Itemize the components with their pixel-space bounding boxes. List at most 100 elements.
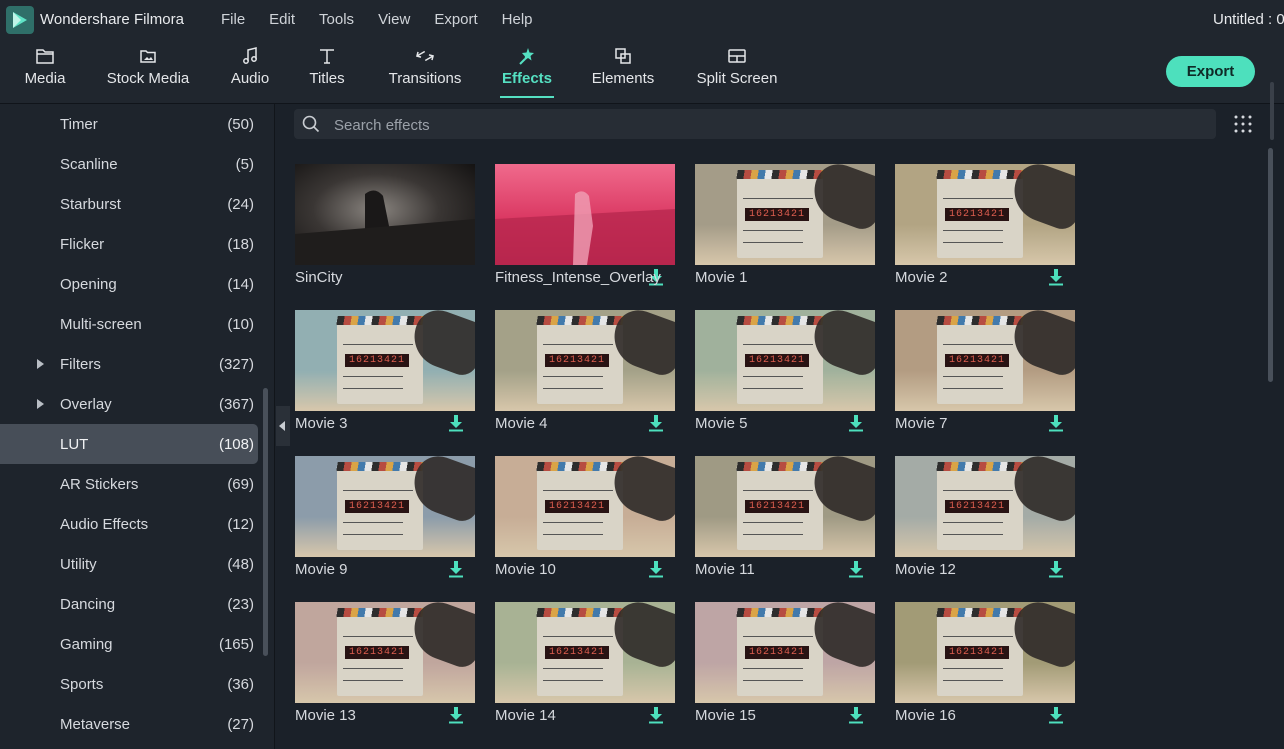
download-icon[interactable] <box>848 560 864 578</box>
menu-view[interactable]: View <box>378 11 410 28</box>
tab-transitions[interactable]: Transitions <box>388 40 462 103</box>
tab-split-screen[interactable]: Split Screen <box>697 40 777 103</box>
sidebar-item-flicker[interactable]: Flicker (18) <box>0 224 258 264</box>
menu-edit[interactable]: Edit <box>269 11 295 28</box>
sidebar-item-multi-screen[interactable]: Multi-screen (10) <box>0 304 258 344</box>
effect-card[interactable]: 16213421 Movie 10 <box>495 456 675 586</box>
sidebar-item-gaming[interactable]: Gaming (165) <box>0 624 258 664</box>
effect-thumbnail[interactable] <box>295 164 475 265</box>
effect-card[interactable]: 16213421 Movie 9 <box>295 456 475 586</box>
effect-card[interactable]: 16213421 Movie 1 <box>695 164 875 294</box>
menu-bar: File Edit Tools View Export Help <box>221 11 557 28</box>
effect-thumbnail[interactable]: 16213421 <box>695 310 875 411</box>
effect-card[interactable]: SinCity <box>295 164 475 294</box>
sidebar-item-ar-stickers[interactable]: AR Stickers (69) <box>0 464 258 504</box>
clapperboard: 16213421 <box>536 462 624 550</box>
search-icon <box>302 115 320 133</box>
effects-icon <box>519 48 534 65</box>
sidebar-item-label: Scanline <box>60 156 118 173</box>
effect-thumbnail[interactable]: 16213421 <box>295 602 475 703</box>
sidebar-item-lut[interactable]: LUT (108) <box>0 424 258 464</box>
grid-view-icon[interactable] <box>1233 114 1253 134</box>
download-icon[interactable] <box>448 414 464 432</box>
effect-thumbnail[interactable]: 16213421 <box>695 456 875 557</box>
effect-thumbnail[interactable]: 16213421 <box>895 456 1075 557</box>
tab-effects[interactable]: Effects <box>500 40 554 103</box>
download-icon[interactable] <box>1048 706 1064 724</box>
collapse-sidebar-button[interactable] <box>276 406 290 446</box>
sidebar-item-opening[interactable]: Opening (14) <box>0 264 258 304</box>
clapperboard: 16213421 <box>736 462 824 550</box>
expand-arrow-icon[interactable] <box>37 399 44 409</box>
sidebar-item-filters[interactable]: Filters (327) <box>0 344 258 384</box>
effect-card[interactable]: 16213421 Movie 14 <box>495 602 675 732</box>
download-icon[interactable] <box>448 560 464 578</box>
expand-arrow-icon[interactable] <box>37 359 44 369</box>
sidebar-item-sports[interactable]: Sports (36) <box>0 664 258 704</box>
download-icon[interactable] <box>1048 414 1064 432</box>
tab-media[interactable]: Media <box>24 40 66 103</box>
effect-card[interactable]: 16213421 Movie 5 <box>695 310 875 440</box>
app-name: Wondershare Filmora <box>40 11 184 28</box>
effect-thumbnail[interactable]: 16213421 <box>295 310 475 411</box>
toolbar-scrollbar[interactable] <box>1270 82 1274 140</box>
menu-file[interactable]: File <box>221 11 245 28</box>
menu-export[interactable]: Export <box>434 11 477 28</box>
sidebar-item-timer[interactable]: Timer (50) <box>0 104 258 144</box>
effect-card[interactable]: 16213421 Movie 11 <box>695 456 875 586</box>
search-input[interactable] <box>332 109 1196 141</box>
effect-thumbnail[interactable]: 16213421 <box>695 602 875 703</box>
sidebar-item-count: (12) <box>227 516 254 533</box>
download-icon[interactable] <box>848 706 864 724</box>
download-icon[interactable] <box>1048 560 1064 578</box>
effect-card[interactable]: 16213421 Movie 4 <box>495 310 675 440</box>
effect-card[interactable]: 16213421 Movie 15 <box>695 602 875 732</box>
menu-tools[interactable]: Tools <box>319 11 354 28</box>
effect-thumbnail[interactable]: 16213421 <box>895 164 1075 265</box>
sidebar-item-starburst[interactable]: Starburst (24) <box>0 184 258 224</box>
tab-audio[interactable]: Audio <box>230 40 270 103</box>
stock-media-icon <box>140 50 156 63</box>
effect-thumbnail[interactable]: 16213421 <box>895 602 1075 703</box>
effects-scrollbar[interactable] <box>1268 148 1273 382</box>
sidebar-scrollbar[interactable] <box>263 388 268 656</box>
effect-thumbnail[interactable]: 16213421 <box>495 456 675 557</box>
effect-card[interactable]: 16213421 Movie 7 <box>895 310 1075 440</box>
effect-thumbnail[interactable]: 16213421 <box>895 310 1075 411</box>
sidebar-item-label: Gaming <box>60 636 113 653</box>
effect-thumbnail[interactable]: 16213421 <box>695 164 875 265</box>
sidebar-item-metaverse[interactable]: Metaverse (27) <box>0 704 258 744</box>
effect-card[interactable]: 16213421 Movie 13 <box>295 602 475 732</box>
sidebar-item-audio-effects[interactable]: Audio Effects (12) <box>0 504 258 544</box>
clapperboard: 16213421 <box>936 462 1024 550</box>
sidebar-item-count: (108) <box>218 436 254 453</box>
effect-card[interactable]: 16213421 Movie 12 <box>895 456 1075 586</box>
tab-titles[interactable]: Titles <box>308 40 346 103</box>
effect-card[interactable]: Fitness_Intense_Overlay <box>495 164 675 294</box>
download-icon[interactable] <box>1048 268 1064 286</box>
download-icon[interactable] <box>648 706 664 724</box>
effect-title: Movie 2 <box>895 269 948 286</box>
tab-effects-label: Effects <box>501 70 553 87</box>
sidebar-item-dancing[interactable]: Dancing (23) <box>0 584 258 624</box>
menu-help[interactable]: Help <box>502 11 533 28</box>
effect-card[interactable]: 16213421 Movie 2 <box>895 164 1075 294</box>
download-icon[interactable] <box>648 414 664 432</box>
sidebar-item-overlay[interactable]: Overlay (367) <box>0 384 258 424</box>
effect-thumbnail[interactable]: 16213421 <box>495 310 675 411</box>
export-button[interactable]: Export <box>1166 56 1255 87</box>
tab-elements[interactable]: Elements <box>592 40 654 103</box>
sidebar-item-label: Utility <box>60 556 97 573</box>
download-icon[interactable] <box>448 706 464 724</box>
download-icon[interactable] <box>648 560 664 578</box>
sidebar-item-count: (10) <box>227 316 254 333</box>
tab-stock-media[interactable]: Stock Media <box>107 40 189 103</box>
sidebar-item-utility[interactable]: Utility (48) <box>0 544 258 584</box>
effect-card[interactable]: 16213421 Movie 16 <box>895 602 1075 732</box>
effect-thumbnail[interactable] <box>495 164 675 265</box>
effect-thumbnail[interactable]: 16213421 <box>295 456 475 557</box>
sidebar-item-scanline[interactable]: Scanline (5) <box>0 144 258 184</box>
effect-thumbnail[interactable]: 16213421 <box>495 602 675 703</box>
effect-card[interactable]: 16213421 Movie 3 <box>295 310 475 440</box>
download-icon[interactable] <box>848 414 864 432</box>
